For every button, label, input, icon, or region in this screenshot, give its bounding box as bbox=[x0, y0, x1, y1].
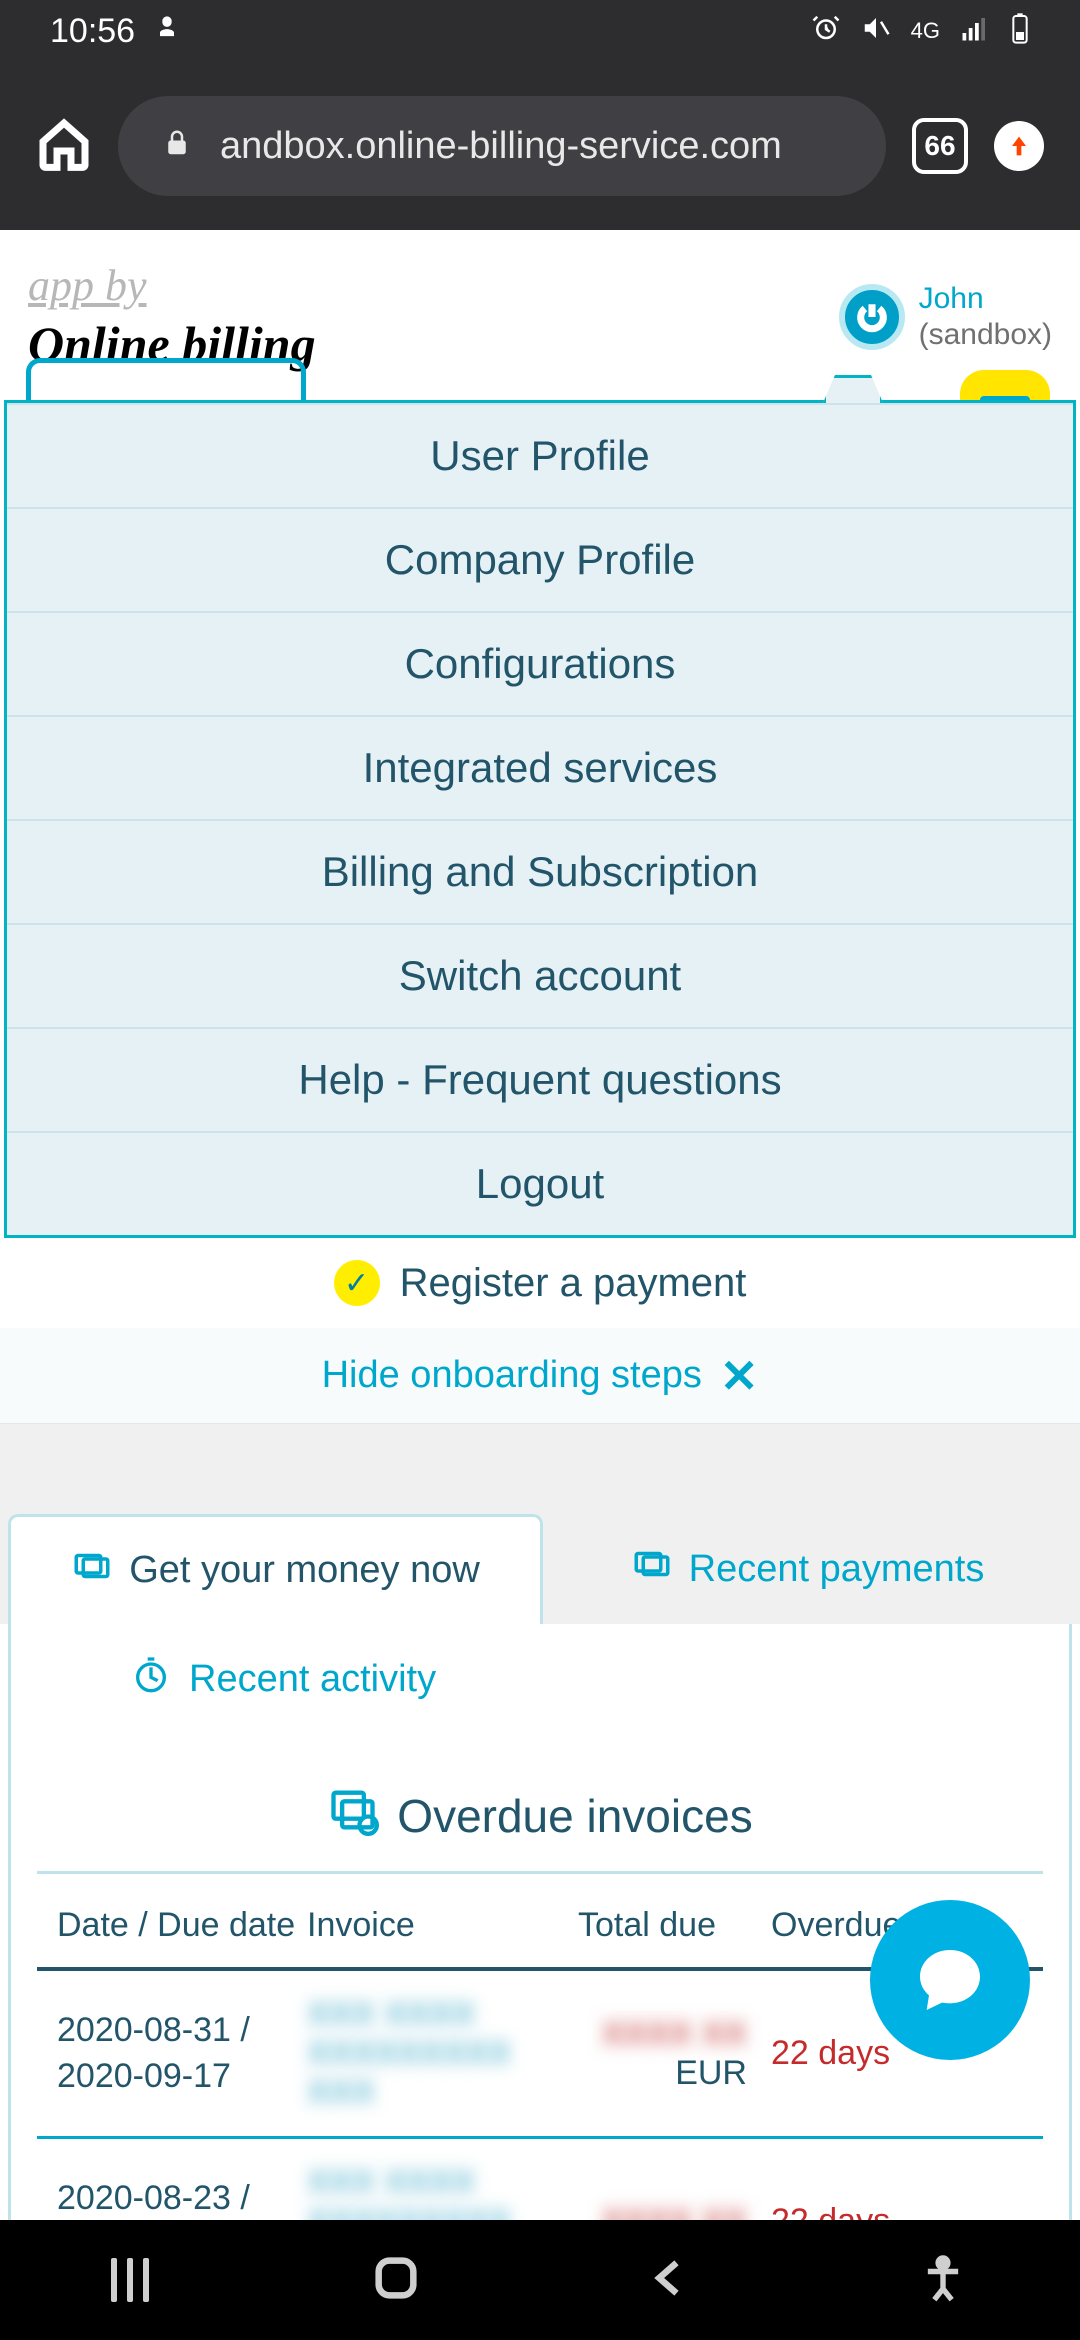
user-dropdown-menu: User Profile Company Profile Configurati… bbox=[4, 400, 1076, 1238]
menu-item-integrated-services[interactable]: Integrated services bbox=[7, 715, 1073, 819]
power-icon bbox=[839, 284, 905, 350]
register-payment-label: Register a payment bbox=[400, 1261, 747, 1306]
user-name: John bbox=[919, 281, 1052, 317]
payments-icon bbox=[631, 1543, 673, 1595]
overdue-title: Overdue invoices bbox=[37, 1754, 1043, 1874]
table-row[interactable]: 2020-08-23 / 2020-09-17 XXX XXXX XXXXXXX… bbox=[37, 2139, 1043, 2220]
url-text: andbox.online-billing-service.com bbox=[220, 125, 782, 168]
user-mode: (sandbox) bbox=[919, 317, 1052, 353]
signal-icon bbox=[960, 13, 990, 50]
tab-count-value: 66 bbox=[924, 130, 955, 162]
tab-label: Recent activity bbox=[189, 1658, 436, 1701]
nav-back-button[interactable] bbox=[644, 2252, 696, 2309]
th-date[interactable]: Date / Due date bbox=[57, 1906, 307, 1945]
overdue-title-text: Overdue invoices bbox=[397, 1789, 752, 1843]
row-invoice-masked2: XXXXXXXXX XXX bbox=[307, 2034, 547, 2112]
spacer bbox=[0, 1424, 1080, 1514]
nav-home-button[interactable] bbox=[370, 2252, 422, 2309]
network-label: 4G bbox=[911, 18, 940, 44]
menu-label: Billing and Subscription bbox=[322, 848, 759, 896]
row-invoice-masked: XXX XXXX bbox=[307, 2163, 547, 2202]
page-header: app by Online billing John (sandbox) bbox=[0, 230, 1080, 373]
battery-icon bbox=[1010, 12, 1030, 51]
register-payment-link[interactable]: ✓ Register a payment bbox=[0, 1238, 1080, 1328]
row-date: 2020-08-23 / bbox=[57, 2176, 307, 2220]
lock-icon bbox=[162, 125, 192, 168]
money-icon bbox=[71, 1545, 113, 1597]
logo-area[interactable]: app by Online billing bbox=[28, 260, 316, 373]
row-overdue-since: 22 days bbox=[747, 2202, 1023, 2220]
user-menu-trigger[interactable]: John (sandbox) bbox=[839, 260, 1052, 373]
dropdown-notch bbox=[823, 375, 883, 403]
tab-label: Get your money now bbox=[129, 1549, 480, 1592]
status-bar: 10:56 4G bbox=[0, 0, 1080, 62]
chat-fab[interactable] bbox=[870, 1900, 1030, 2060]
menu-item-billing-subscription[interactable]: Billing and Subscription bbox=[7, 819, 1073, 923]
menu-item-switch-account[interactable]: Switch account bbox=[7, 923, 1073, 1027]
tab-recent-payments[interactable]: Recent payments bbox=[543, 1514, 1072, 1624]
dashboard-tabs: Get your money now Recent payments bbox=[0, 1514, 1080, 1624]
hide-onboarding-label: Hide onboarding steps bbox=[322, 1354, 702, 1397]
menu-item-user-profile[interactable]: User Profile bbox=[7, 403, 1073, 507]
nav-recents-button[interactable] bbox=[111, 2258, 149, 2302]
tab-label: Recent payments bbox=[689, 1548, 985, 1591]
row-due-date: 2020-09-17 bbox=[57, 2054, 307, 2100]
row-amount-masked: XXXX XX bbox=[601, 2015, 747, 2053]
menu-label: Integrated services bbox=[363, 744, 718, 792]
menu-item-help[interactable]: Help - Frequent questions bbox=[7, 1027, 1073, 1131]
download-indicator[interactable] bbox=[994, 121, 1044, 171]
th-invoice[interactable]: Invoice bbox=[307, 1906, 547, 1945]
tab-get-money-now[interactable]: Get your money now bbox=[8, 1514, 543, 1624]
row-date: 2020-08-31 / bbox=[57, 2008, 307, 2054]
alarm-icon bbox=[811, 13, 841, 50]
check-icon: ✓ bbox=[334, 1260, 380, 1306]
row-invoice-masked2: XXXXXXXXX XXX bbox=[307, 2202, 547, 2220]
menu-item-logout[interactable]: Logout bbox=[7, 1131, 1073, 1235]
system-nav-bar bbox=[0, 2220, 1080, 2340]
menu-item-company-profile[interactable]: Company Profile bbox=[7, 507, 1073, 611]
tab-count-button[interactable]: 66 bbox=[912, 118, 968, 174]
menu-label: Switch account bbox=[399, 952, 681, 1000]
webpage: app by Online billing John (sandbox) Use… bbox=[0, 230, 1080, 2220]
menu-label: Company Profile bbox=[385, 536, 695, 584]
row-currency: EUR bbox=[675, 2054, 747, 2092]
stopwatch-icon bbox=[131, 1654, 171, 1704]
th-total-due[interactable]: Total due bbox=[547, 1906, 747, 1945]
nav-accessibility-button[interactable] bbox=[917, 2252, 969, 2309]
close-icon: ✕ bbox=[720, 1349, 759, 1403]
browser-chrome: andbox.online-billing-service.com 66 bbox=[0, 62, 1080, 230]
home-button[interactable] bbox=[36, 116, 92, 177]
row-amount-masked: XXXX XX bbox=[601, 2202, 747, 2220]
url-bar[interactable]: andbox.online-billing-service.com bbox=[118, 96, 886, 196]
menu-item-configurations[interactable]: Configurations bbox=[7, 611, 1073, 715]
menu-label: User Profile bbox=[430, 432, 649, 480]
menu-label: Configurations bbox=[405, 640, 676, 688]
overdue-icon bbox=[327, 1784, 379, 1847]
menu-label: Logout bbox=[476, 1160, 604, 1208]
status-time: 10:56 bbox=[50, 12, 135, 51]
mute-icon bbox=[861, 13, 891, 50]
menu-label: Help - Frequent questions bbox=[298, 1056, 781, 1104]
tab-recent-activity[interactable]: Recent activity bbox=[8, 1624, 1072, 1734]
row-invoice-masked: XXX XXXX bbox=[307, 1995, 547, 2034]
app-indicator-icon bbox=[153, 12, 181, 51]
hide-onboarding-link[interactable]: Hide onboarding steps ✕ bbox=[0, 1328, 1080, 1424]
app-by-label: app by bbox=[28, 260, 316, 311]
